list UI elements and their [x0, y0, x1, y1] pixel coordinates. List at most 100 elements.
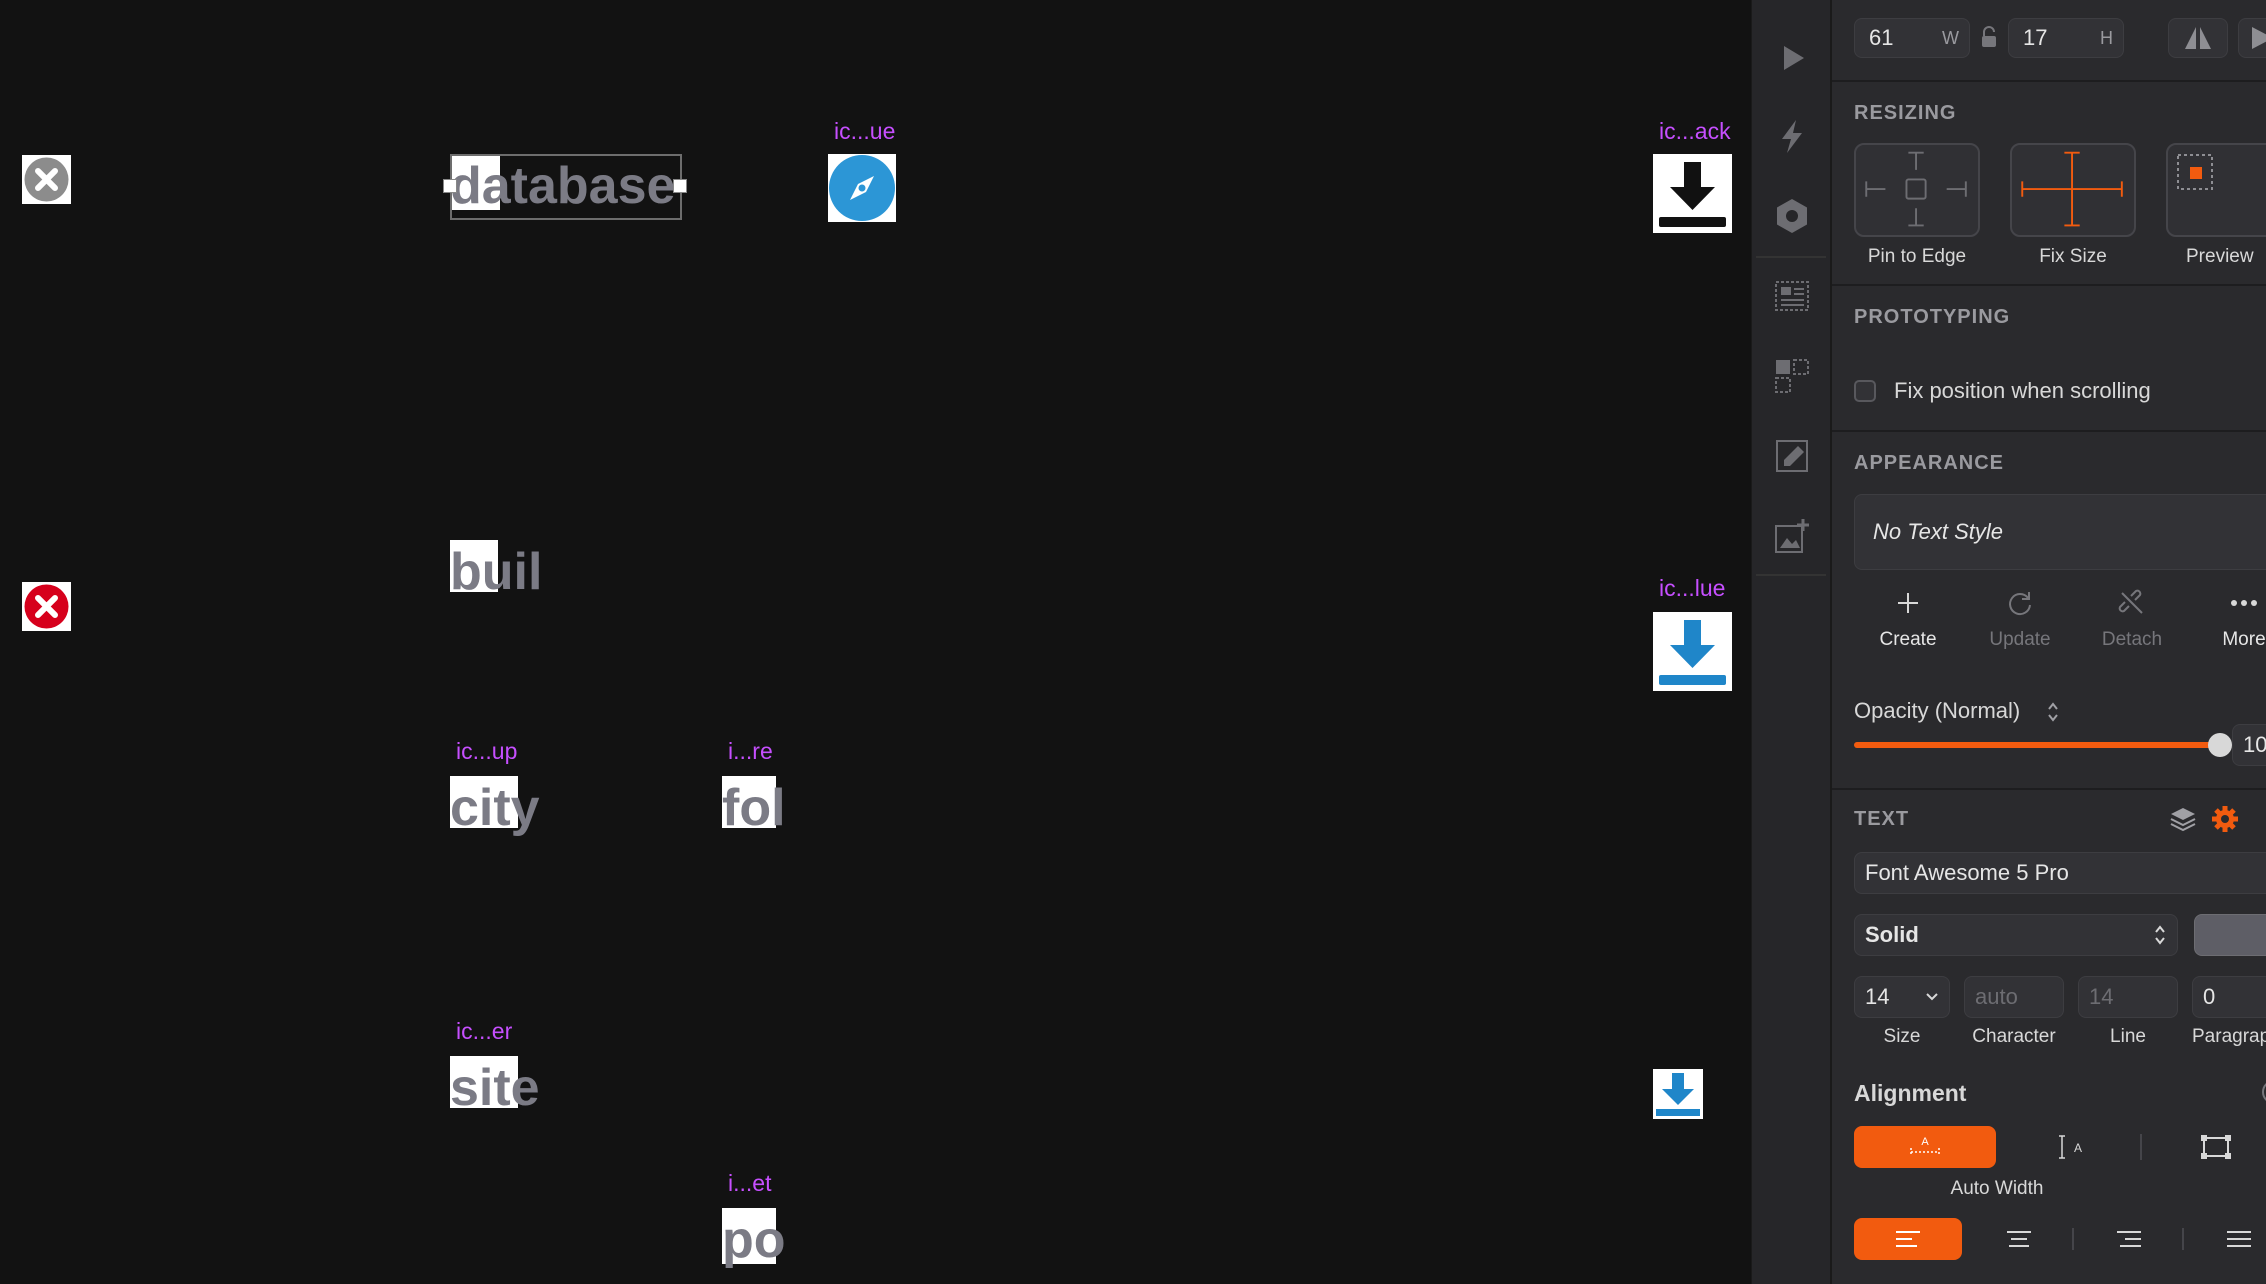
paragraph-spacing-field[interactable]: 0 [2192, 976, 2266, 1018]
flip-vertical-icon [2252, 27, 2266, 49]
flip-vertical-button[interactable] [2238, 18, 2266, 58]
selection-box[interactable] [450, 154, 682, 220]
text-layer-city-label: city [450, 779, 540, 837]
blend-mode-stepper-icon[interactable] [2046, 700, 2060, 729]
font-size-value: 14 [1865, 984, 1890, 1009]
detach-label: Detach [2101, 629, 2163, 650]
detach-style-button[interactable]: Detach [2084, 585, 2180, 651]
circle-x-red-icon[interactable] [22, 582, 71, 631]
opacity-slider[interactable] [1854, 733, 2232, 757]
resize-handle-right[interactable] [673, 179, 687, 193]
font-weight-select[interactable]: Solid [1854, 914, 2178, 956]
lock-icon[interactable] [1980, 26, 1998, 50]
text-layer-pocket[interactable]: po [722, 1208, 786, 1269]
height-value: 17 [2023, 25, 2048, 50]
size-label: Size [1883, 1026, 1921, 1047]
line-label: Line [2110, 1026, 2146, 1047]
resize-handle-left[interactable] [443, 179, 457, 193]
opacity-field[interactable]: 100 [2232, 724, 2266, 766]
svg-text:A: A [1921, 1136, 1929, 1148]
text-layer-city[interactable]: city [450, 776, 540, 837]
more-label: More [2222, 629, 2266, 650]
text-layer-folder-label: fol [722, 779, 786, 837]
auto-width-button[interactable]: A [1854, 1126, 1996, 1168]
fix-position-checkbox[interactable] [1854, 380, 1876, 402]
auto-width-icon: A [1910, 1136, 1940, 1156]
font-size-field[interactable]: 14 [1854, 976, 1950, 1018]
text-styles-layers-icon[interactable] [2168, 804, 2198, 839]
detach-link-icon [2118, 589, 2143, 614]
add-image-icon[interactable] [1766, 510, 1818, 562]
alignment-label: Alignment [1854, 1080, 1967, 1106]
align-right-icon [2117, 1231, 2141, 1247]
width-value: 61 [1869, 25, 1894, 50]
layer-label-download-black: ic...ack [1659, 118, 1731, 144]
character-spacing-field[interactable]: auto [1964, 976, 2064, 1018]
align-justify-button[interactable] [2186, 1218, 2266, 1260]
prototyping-title: PROTOTYPING [1854, 306, 2011, 328]
width-unit: W [1942, 27, 1959, 48]
text-color-swatch[interactable] [2194, 914, 2266, 956]
text-layer-build[interactable]: buil [450, 540, 542, 598]
text-layer-folder[interactable]: fol [722, 776, 786, 837]
layer-label-site: ic...er [456, 1018, 513, 1044]
plus-icon [1898, 593, 1918, 613]
flip-horizontal-button[interactable] [2168, 18, 2228, 58]
preview-label: Preview [2186, 246, 2254, 267]
layer-label-download-blue: ic...lue [1659, 575, 1726, 601]
layer-label-city: ic...up [456, 738, 518, 764]
font-family-field[interactable]: Font Awesome 5 Pro [1854, 852, 2266, 894]
height-field[interactable]: 17 H [2008, 18, 2124, 58]
align-left-icon [1896, 1231, 1920, 1247]
opacity-slider-knob[interactable] [2208, 733, 2232, 757]
fix-size-label: Fix Size [2039, 246, 2107, 267]
play-icon[interactable] [1766, 32, 1818, 84]
fix-size-card[interactable] [2010, 143, 2136, 237]
lightning-icon[interactable] [1766, 110, 1818, 162]
text-style-dropdown[interactable]: No Text Style [1854, 494, 2266, 570]
fixed-size-button[interactable] [2144, 1126, 2266, 1168]
grid-select-icon[interactable] [1766, 350, 1818, 402]
edit-shape-icon[interactable] [1766, 430, 1818, 482]
more-style-button[interactable]: More [2196, 585, 2266, 651]
circle-x-grey-icon[interactable] [22, 155, 71, 204]
vertical-toolbar [1751, 0, 1831, 1284]
font-family-value: Font Awesome 5 Pro [1865, 860, 2069, 885]
inspector-panel: 61 W 17 H RESIZING Pin to Edge Fix Size … [1830, 0, 2266, 1284]
update-style-button[interactable]: Update [1972, 585, 2068, 651]
hexagon-icon[interactable] [1766, 190, 1818, 242]
alignment-info-icon[interactable] [2262, 1080, 2266, 1104]
width-field[interactable]: 61 W [1854, 18, 1970, 58]
align-left-button[interactable] [1854, 1218, 1962, 1260]
layer-label-folder: i...re [728, 738, 773, 764]
character-label: Character [1972, 1026, 2056, 1047]
text-layer-site[interactable]: site [450, 1056, 540, 1114]
layer-label-compass: ic...ue [834, 118, 896, 144]
align-right-button[interactable] [2076, 1218, 2182, 1260]
design-canvas[interactable]: database ic...ue ic...ack buil ic...lue … [0, 0, 1751, 1284]
auto-height-button[interactable]: A [2000, 1126, 2140, 1168]
download-blue-small-icon[interactable] [1653, 1069, 1703, 1119]
appearance-title: APPEARANCE [1854, 452, 2005, 474]
download-black-icon[interactable] [1653, 154, 1732, 233]
fix-position-label: Fix position when scrolling [1894, 378, 2151, 403]
line-height-field[interactable]: 14 [2078, 976, 2178, 1018]
download-blue-icon[interactable] [1653, 612, 1732, 691]
flip-horizontal-icon [2185, 27, 2211, 49]
text-layer-pocket-label: po [722, 1211, 786, 1269]
align-center-icon [2007, 1231, 2031, 1247]
compass-icon[interactable] [828, 154, 896, 222]
create-style-button[interactable]: Create [1860, 585, 1956, 651]
text-settings-gear-icon[interactable] [2210, 804, 2240, 839]
layout-list-icon[interactable] [1766, 270, 1818, 322]
character-spacing-placeholder: auto [1975, 984, 2018, 1009]
more-dots-icon [2231, 600, 2257, 606]
pin-to-edge-card[interactable] [1854, 143, 1980, 237]
height-unit: H [2100, 27, 2113, 48]
text-style-value: No Text Style [1873, 519, 2004, 544]
auto-height-icon: A [2059, 1135, 2082, 1159]
resizing-title: RESIZING [1854, 102, 1957, 124]
align-center-button[interactable] [1966, 1218, 2072, 1260]
fixed-size-icon [2201, 1135, 2231, 1159]
preview-card[interactable] [2166, 143, 2266, 237]
